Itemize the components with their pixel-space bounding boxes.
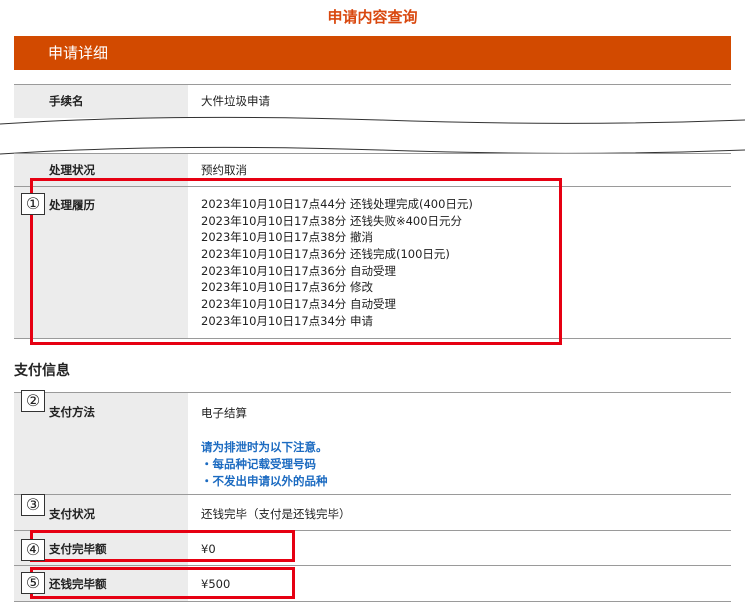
annotation-number-2: ② <box>21 390 45 412</box>
payment-status-value: 还钱完毕（支付是还钱完毕） <box>201 507 351 521</box>
payment-section-title: 支付信息 <box>14 363 70 379</box>
payment-method-value: 电子结算 <box>201 406 247 420</box>
refund-amount-highlight-box <box>30 567 295 599</box>
history-highlight-box <box>30 178 562 345</box>
payment-note-line: ・不发出申请以外的品种 <box>201 474 328 488</box>
annotation-number-1: ① <box>21 193 45 215</box>
payment-note-line: 请为排泄时为以下注意。 <box>201 440 328 454</box>
divider <box>14 601 731 602</box>
payment-note-line: ・每品种记载受理号码 <box>201 457 316 471</box>
page-title: 申请内容查询 <box>327 8 418 26</box>
annotation-number-3: ③ <box>21 494 45 516</box>
annotation-number-5: ⑤ <box>21 572 45 594</box>
paid-amount-highlight-box <box>30 530 295 562</box>
detail-section-header: 申请详细 <box>14 36 731 70</box>
annotation-number-4: ④ <box>21 539 45 561</box>
payment-method-cell: 电子结算 请为排泄时为以下注意。 ・每品种记载受理号码 ・不发出申请以外的品种 <box>201 405 328 490</box>
